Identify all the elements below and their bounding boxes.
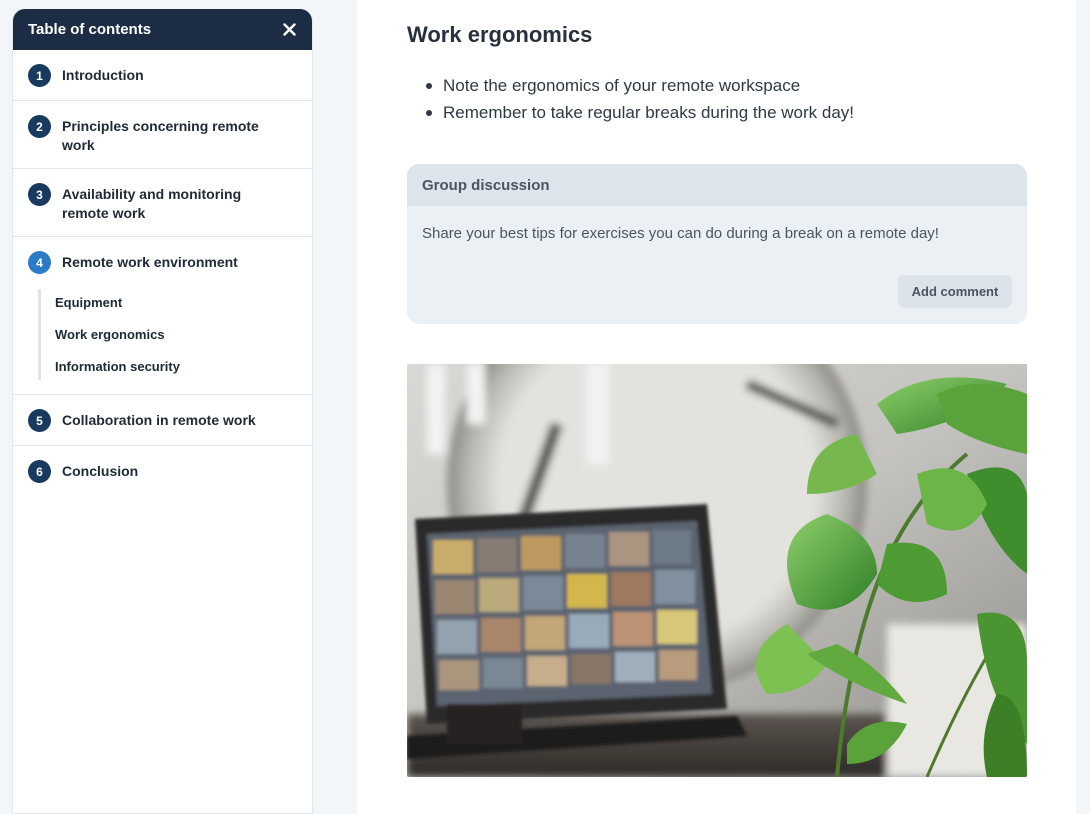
toc-item-availability[interactable]: 3 Availability and monitoring remote wor… — [13, 169, 312, 237]
toc-item-label: Introduction — [62, 67, 144, 83]
discussion-prompt: Share your best tips for exercises you c… — [422, 225, 939, 242]
main-content: Work ergonomics Note the ergonomics of y… — [357, 0, 1076, 814]
toc-item-principles[interactable]: 2 Principles concerning remote work — [13, 101, 312, 169]
scrollbar-track[interactable] — [1076, 0, 1090, 814]
toc-subitem-equipment[interactable]: Equipment — [55, 291, 297, 323]
laptop-plant-photo — [407, 364, 1027, 777]
group-discussion-card: Group discussion Share your best tips fo… — [407, 164, 1027, 324]
toc-subitems: Equipment Work ergonomics Information se… — [38, 289, 297, 380]
toc-item-conclusion[interactable]: 6 Conclusion — [13, 446, 312, 496]
toc-number-badge: 6 — [28, 460, 51, 483]
page-title: Work ergonomics — [407, 22, 593, 47]
toc-number-badge: 2 — [28, 115, 51, 138]
toc-item-label: Conclusion — [62, 463, 139, 479]
toc-number-badge: 3 — [28, 183, 51, 206]
toc-subitem-information-security[interactable]: Information security — [55, 355, 297, 379]
toc-number-badge: 1 — [28, 64, 51, 87]
bullet-list: Note the ergonomics of your remote works… — [425, 72, 854, 126]
bullet-item: Remember to take regular breaks during t… — [425, 99, 854, 126]
toc-number-badge-active: 4 — [28, 251, 51, 274]
toc-item-remote-work-environment[interactable]: 4 Remote work environment Equipment Work… — [13, 237, 312, 395]
toc-item-label: Remote work environment — [62, 254, 238, 270]
table-of-contents: Table of contents 1 Introduction 2 Princ… — [12, 9, 313, 814]
toc-item-label: Availability and monitoring remote work — [62, 186, 242, 221]
toc-item-introduction[interactable]: 1 Introduction — [13, 50, 312, 101]
toc-item-label: Principles concerning remote work — [62, 118, 259, 153]
photo-illustration — [407, 364, 1027, 777]
toc-item-label: Collaboration in remote work — [62, 412, 256, 428]
close-icon[interactable] — [280, 21, 298, 39]
toc-header: Table of contents — [13, 9, 312, 50]
bullet-item: Note the ergonomics of your remote works… — [425, 72, 854, 99]
toc-item-collaboration[interactable]: 5 Collaboration in remote work — [13, 395, 312, 446]
add-comment-button[interactable]: Add comment — [898, 275, 1012, 308]
toc-subitem-work-ergonomics[interactable]: Work ergonomics — [55, 323, 297, 355]
discussion-header: Group discussion — [407, 164, 1027, 206]
toc-title: Table of contents — [28, 21, 152, 38]
toc-number-badge: 5 — [28, 409, 51, 432]
